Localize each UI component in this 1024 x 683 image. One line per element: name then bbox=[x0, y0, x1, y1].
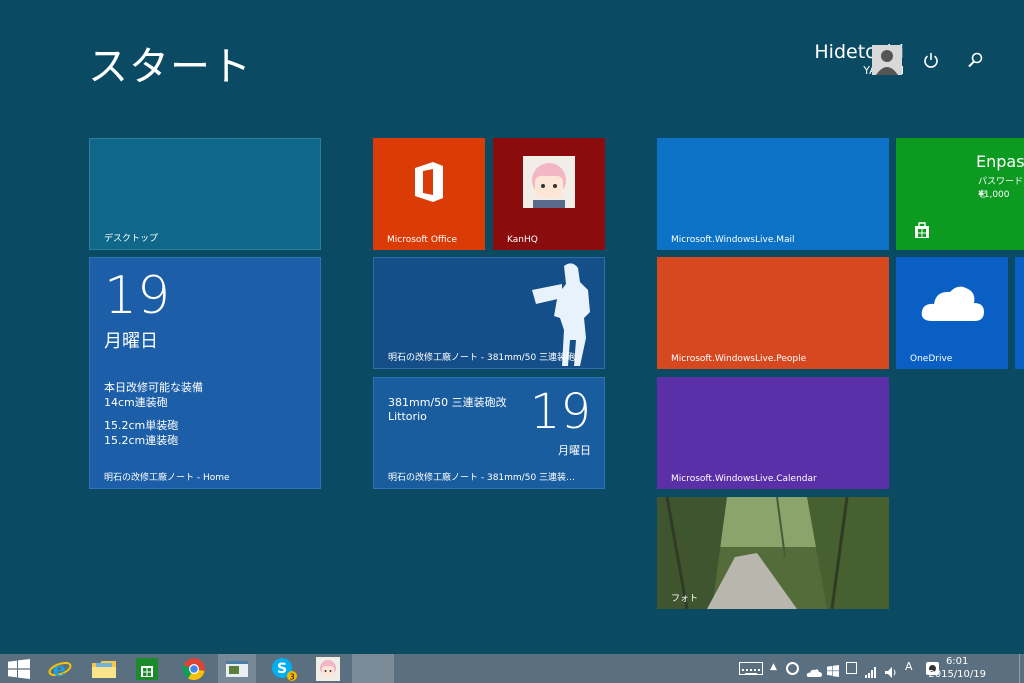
tile-kanhq-label: KanHQ bbox=[507, 235, 538, 245]
kanhq-icon bbox=[523, 156, 575, 208]
skype-badge: 3 bbox=[290, 672, 295, 681]
skype-icon: S 3 bbox=[272, 657, 297, 681]
clock[interactable]: 6:01 2015/10/19 bbox=[928, 655, 986, 681]
tile-photos[interactable]: フォト bbox=[657, 497, 889, 609]
internet-explorer-icon: e bbox=[48, 657, 72, 681]
touch-keyboard-icon[interactable] bbox=[739, 662, 763, 675]
tile-blog-home-line3: 15.2cm単装砲 bbox=[104, 419, 179, 432]
search-icon[interactable] bbox=[965, 50, 985, 70]
tile-kanhq[interactable]: KanHQ bbox=[493, 138, 605, 250]
tile-blog-littorio[interactable]: 381mm/50 三連装砲改 Littorio 19 月曜日 明石の改修工廠ノー… bbox=[373, 377, 605, 489]
tile-calendar[interactable]: Microsoft.WindowsLive.Calendar bbox=[657, 377, 889, 489]
tile-calendar-label: Microsoft.WindowsLive.Calendar bbox=[671, 474, 817, 484]
svg-text:e: e bbox=[53, 657, 66, 681]
store-icon bbox=[915, 222, 929, 238]
tile-blog-381mm[interactable]: 明石の改修工廠ノート - 381mm/50 三連装砲 bbox=[373, 257, 605, 369]
page-title: スタート bbox=[88, 44, 252, 90]
tile-office-label: Microsoft Office bbox=[387, 235, 458, 245]
office-icon bbox=[415, 162, 443, 202]
taskbar-store[interactable] bbox=[128, 654, 166, 683]
sync-tray-icon[interactable] bbox=[846, 662, 857, 674]
tile-blog-littorio-line1: 381mm/50 三連装砲改 bbox=[388, 396, 507, 409]
tile-people-label: Microsoft.WindowsLive.People bbox=[671, 354, 807, 364]
tile-partial[interactable] bbox=[1015, 257, 1024, 369]
tile-mail-label: Microsoft.WindowsLive.Mail bbox=[671, 235, 795, 245]
tile-blog-home-line1: 本日改修可能な装備 bbox=[104, 381, 203, 394]
tile-blog-littorio-day: 19 bbox=[529, 384, 591, 440]
store-app-name: Enpas bbox=[976, 152, 1024, 171]
network-icon[interactable] bbox=[865, 663, 877, 682]
chrome-icon bbox=[182, 657, 205, 680]
tile-blog-littorio-label: 明石の改修工廠ノート - 381mm/50 三連装… bbox=[388, 473, 576, 483]
defender-icon[interactable] bbox=[786, 662, 799, 675]
tile-blog-home-day: 19 bbox=[104, 266, 171, 326]
tile-microsoft-office[interactable]: Microsoft Office bbox=[373, 138, 485, 250]
show-hidden-icons-icon[interactable]: ▲ bbox=[770, 662, 777, 672]
clock-date: 2015/10/19 bbox=[928, 669, 986, 680]
tile-desktop-label: デスクトップ bbox=[104, 234, 159, 244]
tile-onedrive[interactable]: OneDrive bbox=[896, 257, 1008, 369]
store-app-price: ¥1,000 bbox=[978, 190, 1010, 200]
tile-blog-381mm-label: 明石の改修工廠ノート - 381mm/50 三連装砲 bbox=[388, 353, 576, 363]
tile-blog-littorio-weekday: 月曜日 bbox=[558, 444, 591, 457]
svg-text:S: S bbox=[277, 661, 287, 677]
taskbar-empty-slot[interactable] bbox=[352, 654, 394, 683]
ime-mode[interactable]: A bbox=[905, 660, 913, 673]
tile-people[interactable]: Microsoft.WindowsLive.People bbox=[657, 257, 889, 369]
taskbar-skype[interactable]: S 3 bbox=[265, 654, 303, 683]
tile-blog-home-label: 明石の改修工廠ノート - Home bbox=[104, 473, 230, 483]
cloud-icon bbox=[921, 286, 984, 321]
power-icon[interactable] bbox=[921, 50, 941, 70]
show-desktop-button[interactable] bbox=[1019, 654, 1024, 683]
taskbar-internet-explorer[interactable]: e bbox=[41, 654, 79, 683]
taskbar: e S 3 ▲ A 6:01 2015/10/19 bbox=[0, 654, 1024, 683]
tile-mail[interactable]: Microsoft.WindowsLive.Mail bbox=[657, 138, 889, 250]
windows-logo-icon bbox=[8, 658, 30, 679]
volume-icon[interactable] bbox=[885, 663, 897, 682]
taskbar-desktop-app[interactable] bbox=[218, 654, 256, 683]
folder-icon bbox=[92, 660, 116, 678]
taskbar-kanhq[interactable] bbox=[309, 654, 347, 683]
tile-blog-home-line2: 14cm連装砲 bbox=[104, 396, 168, 409]
tile-desktop[interactable]: デスクトップ bbox=[89, 138, 321, 250]
tile-store-enpass[interactable]: Enpas パスワードを ¥1,000 bbox=[896, 138, 1024, 250]
start-button[interactable] bbox=[0, 654, 38, 683]
taskbar-file-explorer[interactable] bbox=[85, 654, 123, 683]
kanhq-icon bbox=[316, 656, 340, 681]
tile-blog-home[interactable]: 19 月曜日 本日改修可能な装備 14cm連装砲 15.2cm単装砲 15.2c… bbox=[89, 257, 321, 489]
avatar[interactable] bbox=[872, 45, 902, 75]
onedrive-tray-icon[interactable] bbox=[806, 663, 822, 682]
tile-blog-home-weekday: 月曜日 bbox=[104, 331, 158, 352]
store-icon bbox=[136, 657, 158, 680]
tile-blog-littorio-line2: Littorio bbox=[388, 410, 427, 423]
tile-blog-home-line4: 15.2cm連装砲 bbox=[104, 434, 179, 447]
tile-onedrive-label: OneDrive bbox=[910, 354, 953, 364]
taskbar-chrome[interactable] bbox=[175, 654, 213, 683]
windows-tray-icon[interactable] bbox=[827, 662, 839, 681]
clock-time: 6:01 bbox=[945, 656, 969, 667]
tile-photos-label: フォト bbox=[671, 594, 699, 604]
window-app-icon bbox=[226, 660, 248, 677]
